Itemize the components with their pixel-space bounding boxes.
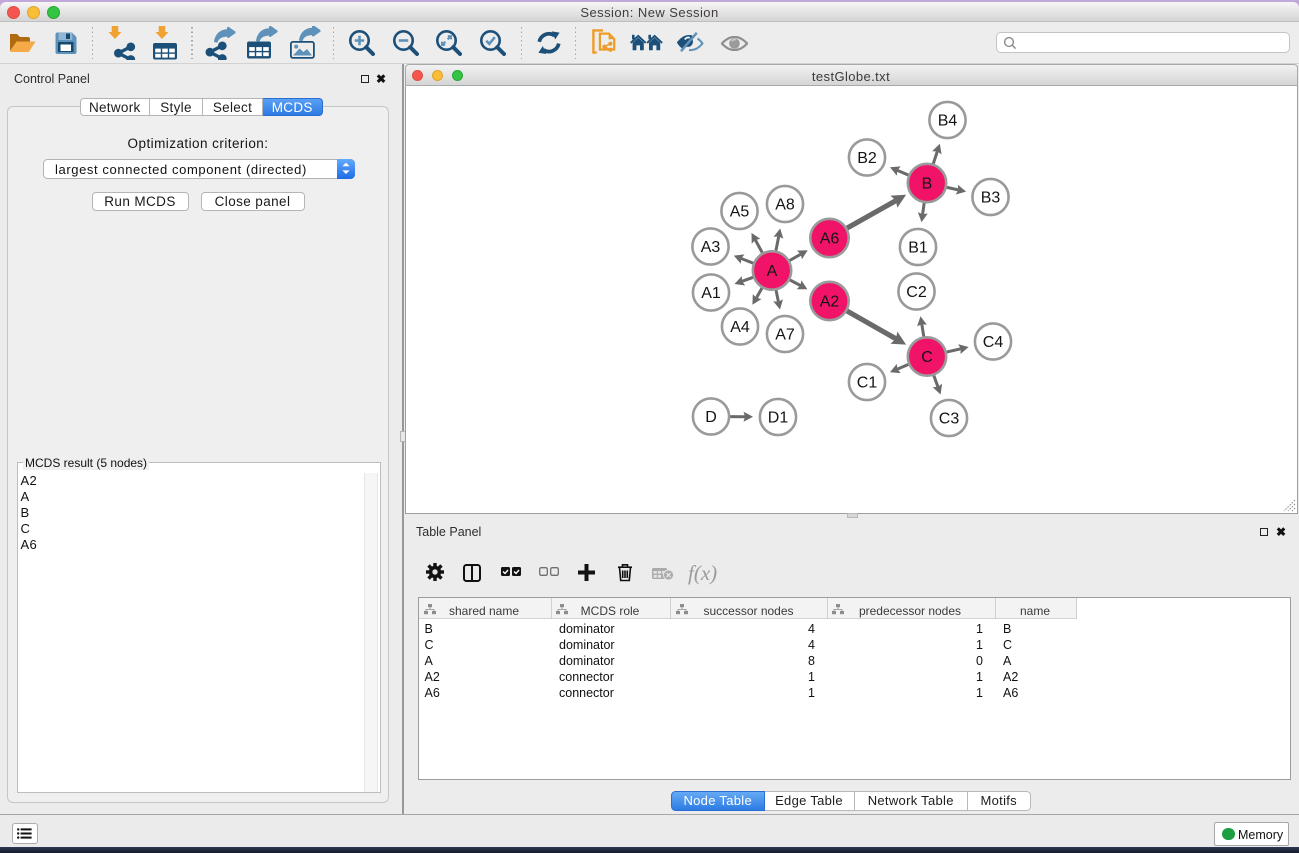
svg-text:C4: C4 xyxy=(983,334,1004,351)
svg-text:A8: A8 xyxy=(775,197,795,214)
svg-text:B3: B3 xyxy=(981,190,1001,207)
svg-text:A4: A4 xyxy=(730,319,750,336)
svg-text:A: A xyxy=(767,263,778,280)
svg-text:B1: B1 xyxy=(908,240,928,257)
svg-text:B4: B4 xyxy=(938,113,958,130)
svg-text:A2: A2 xyxy=(820,294,840,311)
svg-text:C1: C1 xyxy=(857,375,878,392)
svg-text:A5: A5 xyxy=(730,204,750,221)
svg-text:B: B xyxy=(922,176,933,193)
svg-text:A3: A3 xyxy=(701,239,721,256)
svg-text:A6: A6 xyxy=(820,231,840,248)
svg-text:C2: C2 xyxy=(906,284,927,301)
svg-text:D: D xyxy=(705,409,717,426)
svg-text:A7: A7 xyxy=(775,327,795,344)
svg-text:A1: A1 xyxy=(701,285,721,302)
svg-text:C3: C3 xyxy=(939,411,960,428)
svg-text:D1: D1 xyxy=(768,410,789,427)
svg-text:C: C xyxy=(921,349,933,366)
svg-text:B2: B2 xyxy=(857,150,877,167)
